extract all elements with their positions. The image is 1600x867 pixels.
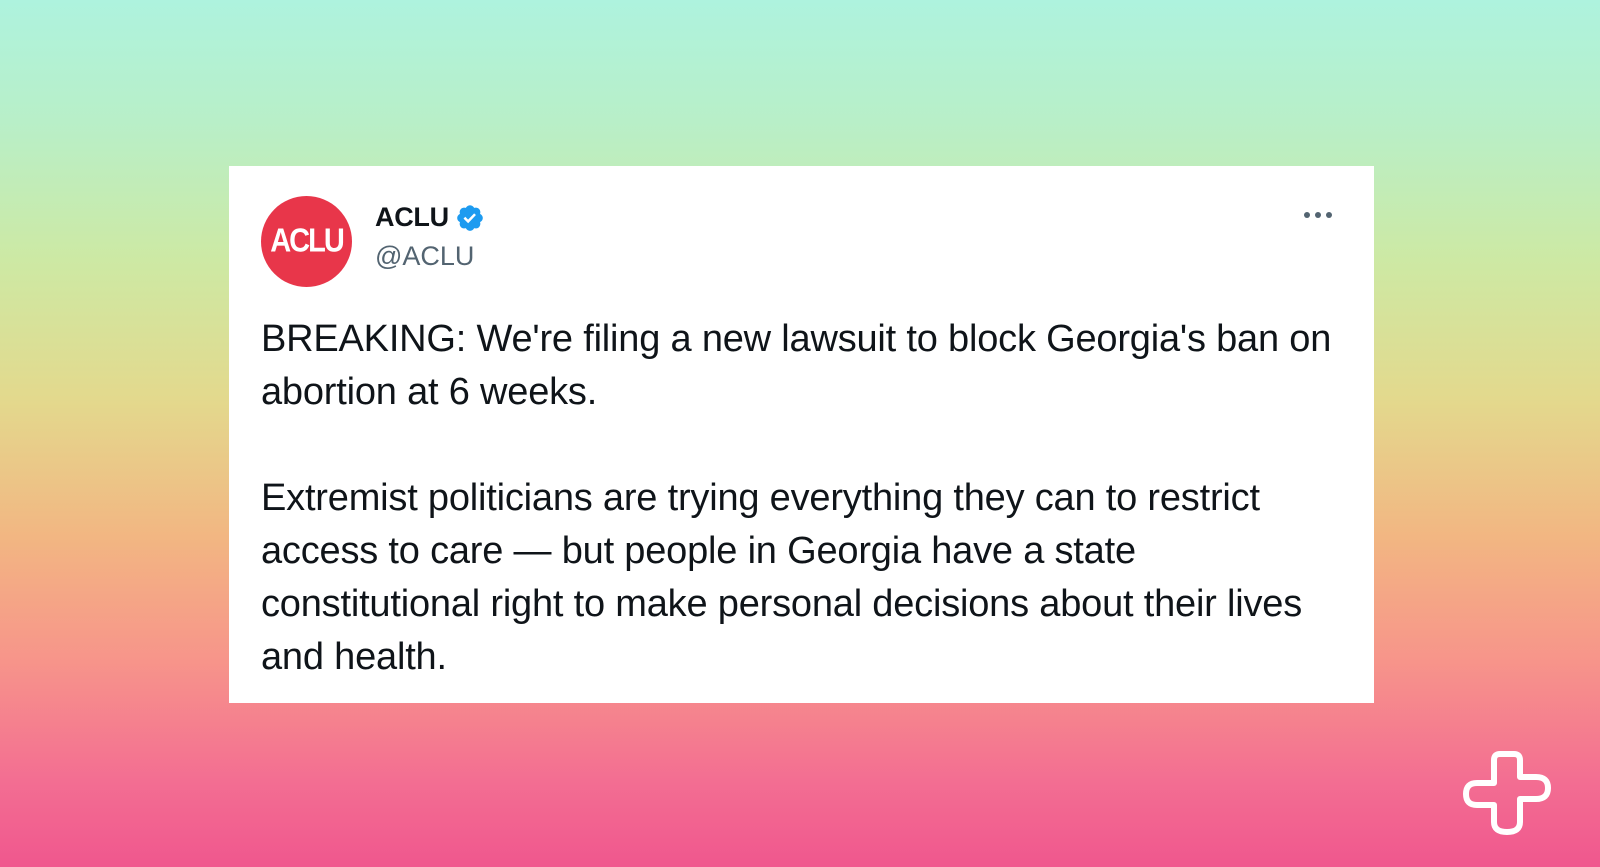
tweet-paragraph: Extremist politicians are trying everyth…	[261, 477, 1303, 678]
more-options-icon	[1304, 212, 1332, 218]
author-display-name[interactable]: ACLU	[375, 202, 449, 233]
plus-logo-icon	[1463, 751, 1551, 835]
tweet-text: BREAKING: We're filing a new lawsuit to …	[261, 313, 1341, 684]
author-handle[interactable]: @ACLU	[375, 241, 474, 272]
avatar[interactable]: ACLU	[261, 196, 352, 287]
author-name-row: ACLU	[375, 202, 485, 233]
tweet-card: ACLU ACLU @ACLU BREAKING: We're filing a…	[229, 166, 1374, 703]
avatar-logo-text: ACLU	[270, 222, 345, 260]
verified-badge-icon	[455, 203, 485, 233]
tweet-paragraph: BREAKING: We're filing a new lawsuit to …	[261, 318, 1332, 413]
more-options-button[interactable]	[1296, 200, 1340, 230]
